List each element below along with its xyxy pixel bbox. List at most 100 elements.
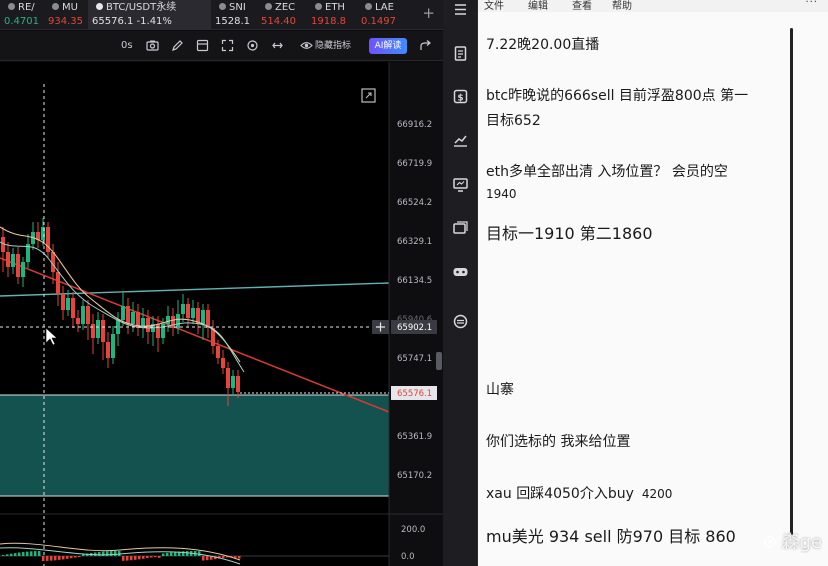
candle-body[interactable] xyxy=(21,262,25,277)
candle-body[interactable] xyxy=(86,306,90,324)
candle-body[interactable] xyxy=(181,304,185,314)
candle-body[interactable] xyxy=(216,346,220,358)
ticker-price: 934.35 xyxy=(48,16,83,27)
indicator-histogram-bar xyxy=(122,556,125,561)
candle-body[interactable] xyxy=(236,376,240,392)
indicator-histogram-bar xyxy=(2,555,5,556)
axis-scroll-handle[interactable] xyxy=(436,352,442,370)
candle-body[interactable] xyxy=(221,358,225,368)
candle-body[interactable] xyxy=(106,342,110,358)
candle-body[interactable] xyxy=(161,324,165,338)
ticker-tab-lae[interactable]: LAE 0.1497 xyxy=(357,0,407,30)
ticker-tab-mu[interactable]: MU 934.35 xyxy=(44,0,88,30)
share-icon[interactable] xyxy=(419,39,432,52)
monitor-icon[interactable] xyxy=(452,176,469,193)
candle-body[interactable] xyxy=(176,314,180,328)
candle-body[interactable] xyxy=(91,324,95,338)
notepad-window: 文件 编辑 查看 帮助 ··· 7.22晚20.00直播 btc昨晚说的666s… xyxy=(478,0,828,566)
menu-icon[interactable] xyxy=(452,1,469,18)
indicator-histogram-bar xyxy=(14,553,17,556)
add-tab-button[interactable]: + xyxy=(422,4,435,22)
interval-button[interactable]: 0s xyxy=(121,39,133,53)
menu-file[interactable]: 文件 xyxy=(484,0,504,12)
indicator-histogram-bar xyxy=(162,553,165,556)
candle-body[interactable] xyxy=(226,368,230,388)
candle-body[interactable] xyxy=(121,306,125,320)
indicator-histogram-bar xyxy=(70,556,73,559)
candle-body[interactable] xyxy=(171,316,175,328)
candle-body[interactable] xyxy=(66,298,70,310)
ticker-tab-zec[interactable]: ZEC 514.40 xyxy=(257,0,307,30)
expand-icon[interactable] xyxy=(221,39,234,52)
ticker-price: 1528.1 xyxy=(215,16,250,27)
ticker-tab-re[interactable]: RE/ 0.4701 xyxy=(0,0,44,30)
candle-body[interactable] xyxy=(146,318,150,332)
candle-body[interactable] xyxy=(6,252,10,267)
candle-body[interactable] xyxy=(56,272,60,294)
notepad-scrollbar[interactable] xyxy=(790,28,793,536)
candle-body[interactable] xyxy=(101,320,105,342)
candle-body[interactable] xyxy=(186,304,190,318)
price-zone-box[interactable] xyxy=(0,395,389,496)
dollar-icon[interactable]: $ xyxy=(452,88,469,105)
trend-chart-icon[interactable] xyxy=(452,132,469,149)
ticker-price: 0.1497 xyxy=(361,16,396,27)
indicator-histogram-bar xyxy=(18,552,21,556)
candle-body[interactable] xyxy=(1,237,5,252)
ticker-tab-sni[interactable]: SNI 1528.1 xyxy=(211,0,257,30)
indicator-histogram-bar xyxy=(30,551,33,556)
candlestick-chart[interactable]: 66916.2 66719.9 66524.2 66329.1 66134.5 65747… xyxy=(0,62,443,566)
indicator-histogram-bar xyxy=(62,556,65,560)
candle-body[interactable] xyxy=(156,324,160,338)
price-tick-label: 66524.2 xyxy=(397,198,432,208)
indicator-histogram-bar xyxy=(106,551,109,556)
indicator-histogram-bar xyxy=(6,554,9,556)
layout-icon[interactable] xyxy=(196,39,209,52)
settings-icon[interactable] xyxy=(246,39,259,52)
candle-body[interactable] xyxy=(201,310,205,324)
candle-body[interactable] xyxy=(231,376,235,388)
camera-icon[interactable] xyxy=(146,39,159,52)
menu-edit[interactable]: 编辑 xyxy=(528,0,548,12)
candle-body[interactable] xyxy=(126,306,130,324)
candle-body[interactable] xyxy=(61,294,65,310)
chart-canvas[interactable]: 66916.2 66719.9 66524.2 66329.1 66134.5 65747… xyxy=(0,62,443,566)
ticker-tabs: RE/ 0.4701 MU 934.35 BTC/USDT永续 65576.1 … xyxy=(0,0,443,30)
indicator-histogram-bar xyxy=(238,556,241,559)
indicator-tick-label: 0.0 xyxy=(401,552,415,562)
gamepad-icon[interactable] xyxy=(452,263,469,280)
eye-icon[interactable] xyxy=(300,39,313,52)
ai-analysis-button[interactable]: AI解读 xyxy=(369,38,407,54)
note-line: 1940 xyxy=(486,187,517,201)
indicator-histogram-bar xyxy=(130,556,133,561)
candle-body[interactable] xyxy=(96,320,100,338)
price-tick-label: 66134.5 xyxy=(397,276,432,286)
candle-body[interactable] xyxy=(11,254,15,267)
more-options-button[interactable]: ··· xyxy=(805,0,818,8)
candle-body[interactable] xyxy=(81,306,85,324)
indicator-histogram-bar xyxy=(38,551,41,556)
candle-body[interactable] xyxy=(16,254,20,277)
hide-indicator-button[interactable]: 隐藏指标 xyxy=(315,39,351,53)
candle-body[interactable] xyxy=(76,318,80,324)
ticker-name: SNI xyxy=(229,2,246,13)
ticker-name: BTC/USDT永续 xyxy=(106,2,177,13)
indicator-histogram-bar xyxy=(22,552,25,556)
ticker-tab-btc[interactable]: BTC/USDT永续 65576.1 -1.41% xyxy=(88,0,211,30)
cards-icon[interactable] xyxy=(452,220,469,237)
indicator-histogram-bar xyxy=(166,552,169,556)
pencil-icon[interactable] xyxy=(171,39,184,52)
sync-icon[interactable] xyxy=(452,313,469,330)
ticker-tab-eth[interactable]: ETH 1918.8 xyxy=(307,0,357,30)
compare-icon[interactable] xyxy=(271,39,284,52)
indicator-histogram-bar xyxy=(150,556,153,558)
candle-body[interactable] xyxy=(191,308,195,318)
candle-body[interactable] xyxy=(131,312,135,324)
document-icon[interactable] xyxy=(452,45,469,62)
candle-body[interactable] xyxy=(71,298,75,318)
menu-help[interactable]: 帮助 xyxy=(612,0,632,12)
candle-body[interactable] xyxy=(166,316,170,324)
indicator-histogram-bar xyxy=(114,551,117,556)
menu-view[interactable]: 查看 xyxy=(572,0,592,12)
candle-body[interactable] xyxy=(111,334,115,358)
